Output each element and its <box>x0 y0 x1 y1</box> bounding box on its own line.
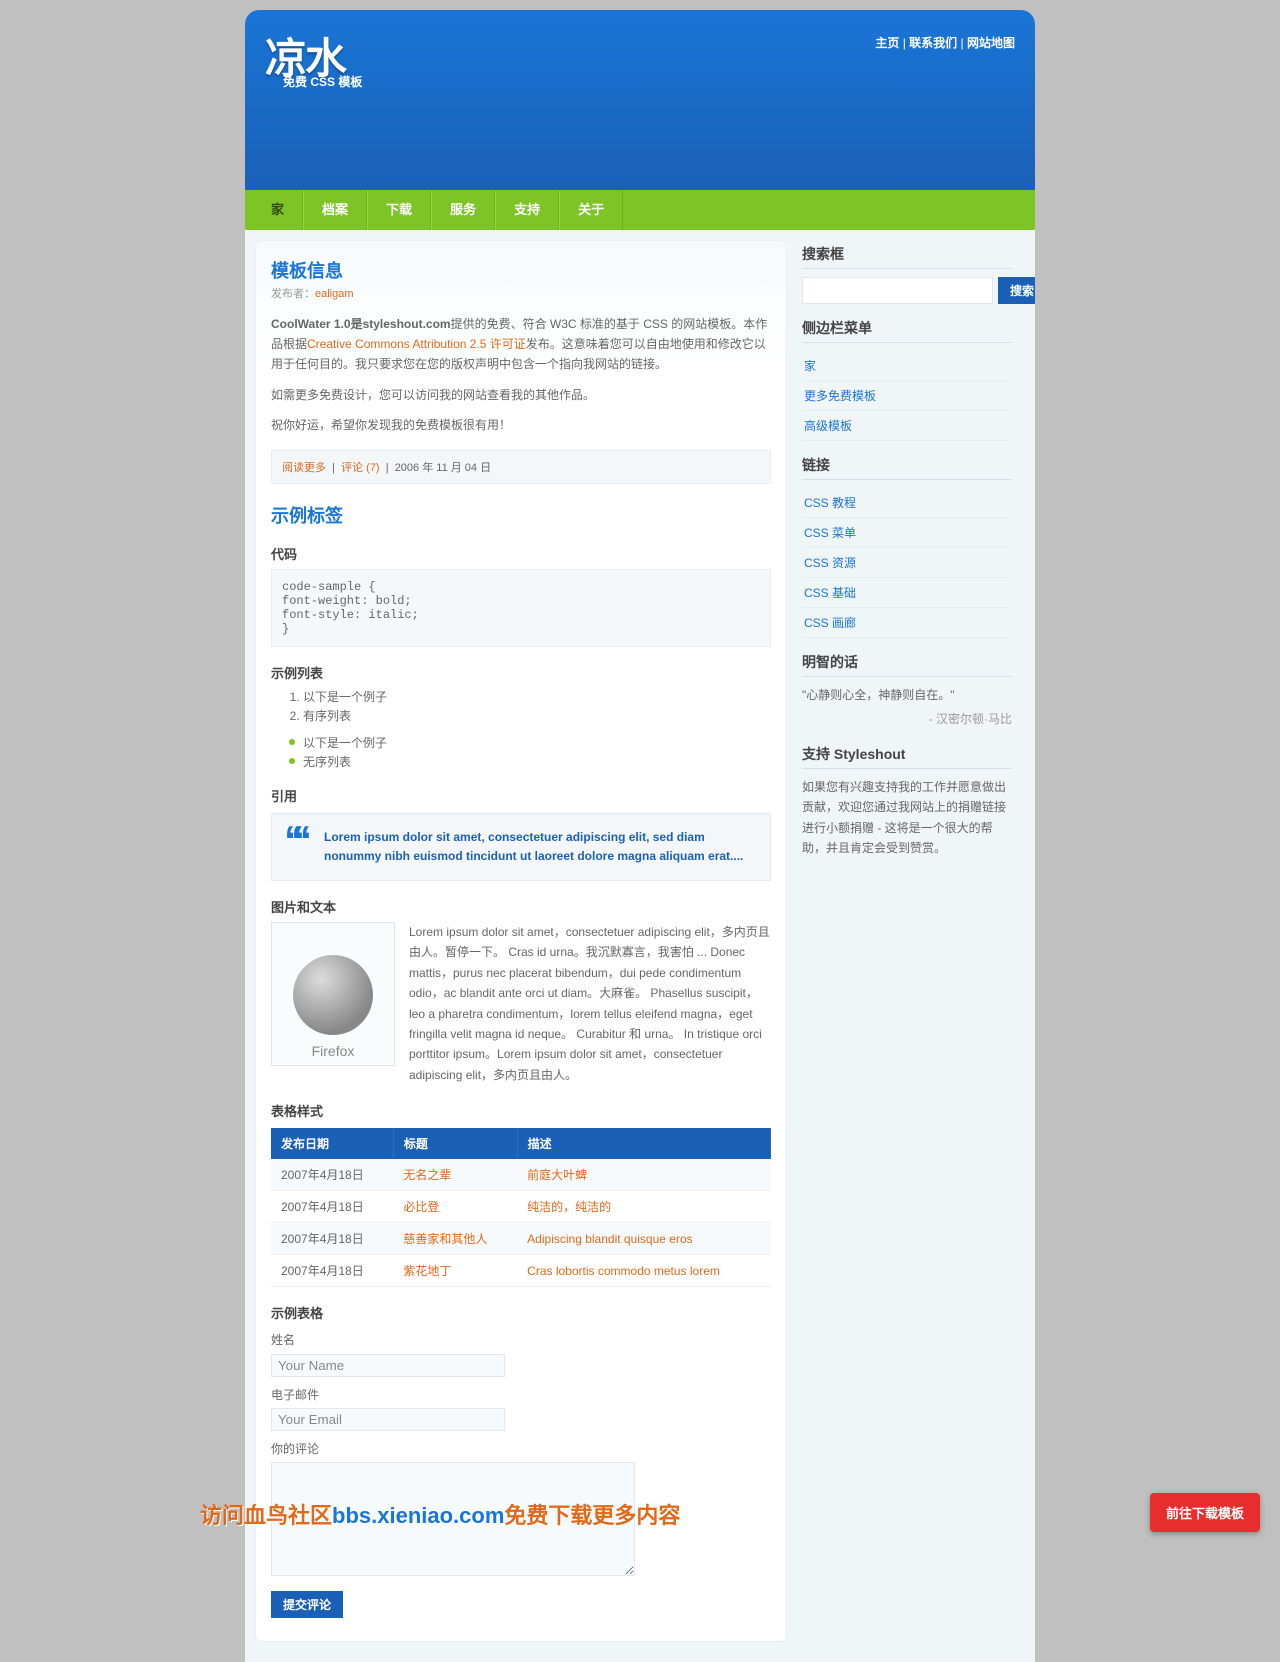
imgtext-heading: 图片和文本 <box>271 897 771 916</box>
list-item: 有序列表 <box>303 707 771 724</box>
post-p2: 如需更多免费设计，您可以访问我的网站查看我的其他作品。 <box>271 385 771 405</box>
wise-heading: 明智的话 <box>802 652 1012 677</box>
row-desc-link[interactable]: 前庭大叶蜱 <box>527 1168 587 1182</box>
ordered-list: 以下是一个例子 有序列表 <box>303 688 771 724</box>
post-meta: 阅读更多 | 评论 (7) | 2006 年 11 月 04 日 <box>271 450 771 484</box>
sidebar-item-premium[interactable]: 高级模板 <box>804 419 852 433</box>
comments-link[interactable]: 评论 (7) <box>341 462 380 474</box>
submit-button[interactable] <box>271 1591 343 1618</box>
link-css-gallery[interactable]: CSS 画廊 <box>804 616 856 630</box>
row-title-link[interactable]: 无名之辈 <box>403 1168 451 1182</box>
row-title-link[interactable]: 慈善家和其他人 <box>403 1232 487 1246</box>
menu-services[interactable]: 服务 <box>432 190 494 230</box>
wise-quote: "心静则心全，神静则自在。" - 汉密尔顿·马比 <box>802 685 1012 730</box>
post-title: 模板信息 <box>271 257 771 283</box>
menu-support[interactable]: 支持 <box>496 190 558 230</box>
search-heading: 搜索框 <box>802 244 1012 269</box>
list-item: 以下是一个例子 <box>289 734 771 751</box>
post-byline: 发布者：ealigam <box>271 285 771 304</box>
main-column: 模板信息 发布者：ealigam CoolWater 1.0是styleshou… <box>255 240 787 1642</box>
blockquote: Lorem ipsum dolor sit amet, consectetuer… <box>271 813 771 881</box>
search-input[interactable] <box>802 277 993 304</box>
table-row: 2007年4月18日 必比登 纯洁的，纯洁的 <box>271 1191 771 1223</box>
post-date: 2006 年 11 月 04 日 <box>395 462 491 474</box>
th-desc: 描述 <box>517 1128 770 1159</box>
header: 凉水 免费 CSS 模板 主页 | 联系我们 | 网站地图 <box>245 10 1035 190</box>
link-css-resources[interactable]: CSS 资源 <box>804 556 856 570</box>
list-item: 以下是一个例子 <box>303 688 771 705</box>
menu-about[interactable]: 关于 <box>560 190 622 230</box>
cc-license-link[interactable]: Creative Commons Attribution 2.5 许可证 <box>307 337 526 351</box>
row-desc-link[interactable]: 纯洁的，纯洁的 <box>527 1200 611 1214</box>
post-author-link[interactable]: ealigam <box>315 288 354 300</box>
row-title-link[interactable]: 必比登 <box>403 1200 439 1214</box>
support-text: 如果您有兴趣支持我的工作并愿意做出贡献，欢迎您通过我网站上的捐赠链接进行小额捐赠… <box>802 777 1012 859</box>
quote-heading: 引用 <box>271 786 771 805</box>
top-nav: 主页 | 联系我们 | 网站地图 <box>875 34 1015 51</box>
table-row: 2007年4月18日 紫花地丁 Cras lobortis commodo me… <box>271 1255 771 1287</box>
th-title: 标题 <box>393 1128 517 1159</box>
name-label: 姓名 <box>271 1330 771 1350</box>
overlay-text: 访问血鸟社区bbs.xieniao.com免费下载更多内容 <box>200 1498 680 1530</box>
table-heading: 表格样式 <box>271 1101 771 1120</box>
code-heading: 代码 <box>271 544 771 563</box>
topnav-sitemap[interactable]: 网站地图 <box>967 36 1015 50</box>
post-p1: CoolWater 1.0是styleshout.com提供的免费、符合 W3C… <box>271 314 771 375</box>
topnav-contact[interactable]: 联系我们 <box>909 36 957 50</box>
firefox-icon: Firefox <box>271 922 395 1066</box>
email-label: 电子邮件 <box>271 1385 771 1405</box>
table-row: 2007年4月18日 无名之辈 前庭大叶蜱 <box>271 1159 771 1191</box>
sample-form: 姓名 电子邮件 你的评论 <box>271 1330 771 1618</box>
download-button[interactable]: 前往下载模板 <box>1150 1493 1260 1532</box>
link-css-tutorial[interactable]: CSS 教程 <box>804 496 856 510</box>
search-button[interactable] <box>998 277 1035 304</box>
readmore-link[interactable]: 阅读更多 <box>282 462 326 474</box>
list-item: 无序列表 <box>289 753 771 770</box>
post-p3: 祝你好运，希望你发现我的免费模板很有用！ <box>271 415 771 435</box>
code-sample: code-sample { font-weight: bold; font-st… <box>271 569 771 647</box>
message-label: 你的评论 <box>271 1439 771 1459</box>
link-css-basics[interactable]: CSS 基础 <box>804 586 856 600</box>
row-desc-link[interactable]: Adipiscing blandit quisque eros <box>527 1232 692 1246</box>
sidemenu-heading: 侧边栏菜单 <box>802 318 1012 343</box>
menu-downloads[interactable]: 下载 <box>368 190 430 230</box>
name-input[interactable] <box>271 1354 505 1377</box>
sidebar: 搜索框 侧边栏菜单 家 更多免费模板 高级模板 链接 CSS 教程 CSS 菜单… <box>802 240 1012 1642</box>
form-heading: 示例表格 <box>271 1303 771 1322</box>
wise-author: - 汉密尔顿·马比 <box>802 709 1012 729</box>
support-heading: 支持 Styleshout <box>802 744 1012 769</box>
email-input[interactable] <box>271 1408 505 1431</box>
menu-home[interactable]: 家 <box>253 190 302 230</box>
row-title-link[interactable]: 紫花地丁 <box>403 1264 451 1278</box>
th-date: 发布日期 <box>271 1128 393 1159</box>
sidebar-item-home[interactable]: 家 <box>804 359 816 373</box>
tags-title: 示例标签 <box>271 502 771 528</box>
table-row: 2007年4月18日 慈善家和其他人 Adipiscing blandit qu… <box>271 1223 771 1255</box>
link-css-menu[interactable]: CSS 菜单 <box>804 526 856 540</box>
list-heading: 示例列表 <box>271 663 771 682</box>
sidebar-item-more-templates[interactable]: 更多免费模板 <box>804 389 876 403</box>
unordered-list: 以下是一个例子 无序列表 <box>289 734 771 770</box>
topnav-home[interactable]: 主页 <box>875 36 899 50</box>
site-subtitle: 免费 CSS 模板 <box>283 72 362 92</box>
main-menu: 家 档案 下载 服务 支持 关于 <box>245 190 1035 230</box>
row-desc-link[interactable]: Cras lobortis commodo metus lorem <box>527 1264 720 1278</box>
menu-archives[interactable]: 档案 <box>304 190 366 230</box>
links-heading: 链接 <box>802 455 1012 480</box>
sample-table: 发布日期 标题 描述 2007年4月18日 无名之辈 前庭大叶蜱 2007年4月… <box>271 1128 771 1287</box>
